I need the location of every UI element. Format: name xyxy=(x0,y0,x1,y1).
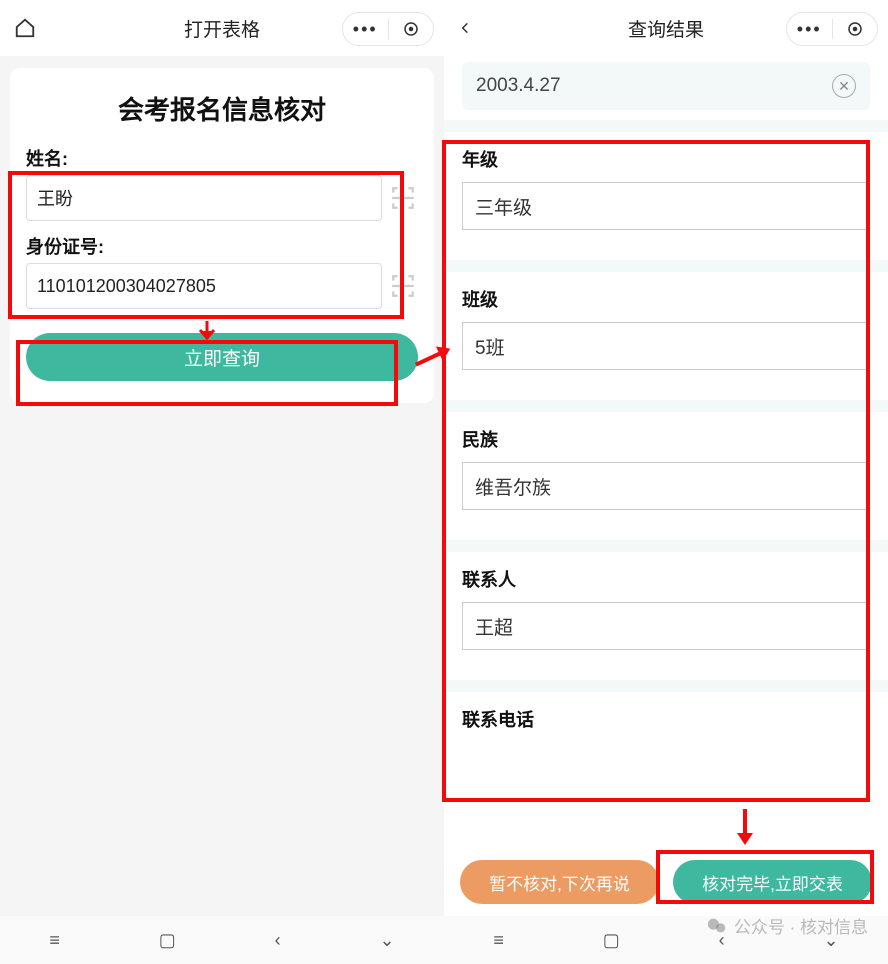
more-icon[interactable]: ••• xyxy=(343,19,388,40)
id-input[interactable] xyxy=(26,263,382,309)
submit-button[interactable]: 核对完毕,立即交表 xyxy=(673,860,872,904)
grade-label: 年级 xyxy=(444,146,888,182)
phone-label: 联系电话 xyxy=(444,706,888,742)
nav-back-icon[interactable]: ‹ xyxy=(275,930,281,951)
section-class: 班级 5班 xyxy=(444,272,888,388)
close-target-icon[interactable] xyxy=(389,20,434,38)
scan-icon[interactable] xyxy=(388,183,418,213)
nav-back-icon[interactable]: ‹ xyxy=(719,930,725,951)
date-value: 2003.4.27 xyxy=(476,75,561,97)
miniprogram-capsule[interactable]: ••• xyxy=(786,12,878,46)
flow-arrow-icon xyxy=(733,807,757,852)
class-label: 班级 xyxy=(444,286,888,322)
section-phone: 联系电话 xyxy=(444,692,888,742)
close-target-icon[interactable] xyxy=(833,20,878,38)
topbar-right: 查询结果 ••• xyxy=(444,0,888,56)
name-input[interactable] xyxy=(26,175,382,221)
card-title: 会考报名信息核对 xyxy=(26,90,418,127)
result-body: 2003.4.27 ✕ 年级 三年级 班级 5班 民族 维吾尔族 联系人 王超 … xyxy=(444,56,888,964)
scan-icon[interactable] xyxy=(388,271,418,301)
nav-home-icon[interactable]: ▢ xyxy=(159,930,176,951)
nav-recent-icon[interactable]: ≡ xyxy=(493,930,504,951)
nav-recent-icon[interactable]: ≡ xyxy=(49,930,60,951)
query-card: 会考报名信息核对 姓名: 身份证号: 立即查询 xyxy=(10,68,434,403)
screen-query-result: 查询结果 ••• 2003.4.27 ✕ 年级 三年级 班级 5班 民族 维吾尔… xyxy=(444,0,888,964)
section-grade: 年级 三年级 xyxy=(444,132,888,248)
miniprogram-capsule[interactable]: ••• xyxy=(342,12,434,46)
nav-dropdown-icon[interactable]: ⌄ xyxy=(379,930,394,951)
section-contact: 联系人 王超 xyxy=(444,552,888,668)
grade-input[interactable]: 三年级 xyxy=(462,182,870,230)
query-button[interactable]: 立即查询 xyxy=(26,333,418,381)
nav-home-icon[interactable]: ▢ xyxy=(603,930,620,951)
android-navbar-left: ≡ ▢ ‹ ⌄ xyxy=(0,916,444,964)
clear-icon[interactable]: ✕ xyxy=(832,74,856,98)
flow-arrow-icon xyxy=(195,318,219,347)
section-ethnic: 民族 维吾尔族 xyxy=(444,412,888,528)
ethnic-input[interactable]: 维吾尔族 xyxy=(462,462,870,510)
nav-dropdown-icon[interactable]: ⌄ xyxy=(823,930,838,951)
android-navbar-right: ≡ ▢ ‹ ⌄ xyxy=(444,916,888,964)
contact-input[interactable]: 王超 xyxy=(462,602,870,650)
date-field[interactable]: 2003.4.27 ✕ xyxy=(462,62,870,110)
id-row xyxy=(26,263,418,309)
name-row xyxy=(26,175,418,221)
id-label: 身份证号: xyxy=(26,233,418,259)
class-input[interactable]: 5班 xyxy=(462,322,870,370)
ethnic-label: 民族 xyxy=(444,426,888,462)
name-label: 姓名: xyxy=(26,145,418,171)
contact-label: 联系人 xyxy=(444,566,888,602)
screen-query-form: 打开表格 ••• 会考报名信息核对 姓名: 身份证号: xyxy=(0,0,444,964)
action-bar: 暂不核对,下次再说 核对完毕,立即交表 xyxy=(444,850,888,914)
later-button[interactable]: 暂不核对,下次再说 xyxy=(460,860,659,904)
topbar-left: 打开表格 ••• xyxy=(0,0,444,56)
more-icon[interactable]: ••• xyxy=(787,19,832,40)
